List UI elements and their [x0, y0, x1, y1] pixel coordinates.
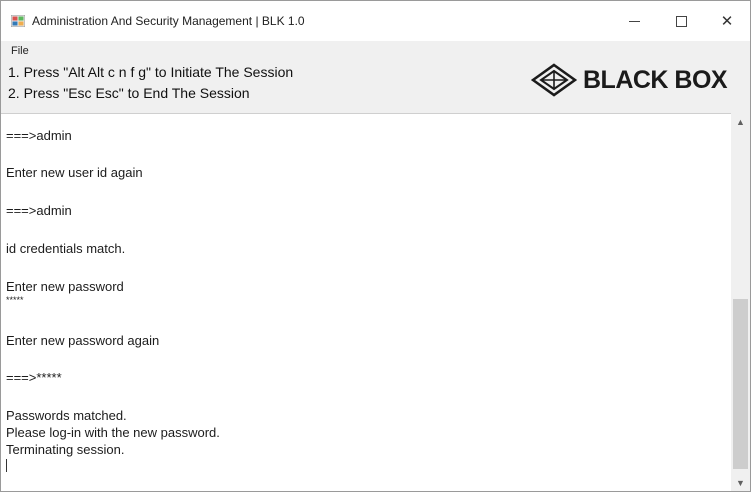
maximize-icon	[675, 15, 687, 27]
console-line: *****	[6, 295, 24, 305]
instruction-initiate: 1. Press "Alt Alt c n f g" to Initiate T…	[8, 64, 294, 80]
console-line: id credentials match.	[6, 241, 126, 256]
scroll-down-arrow-icon[interactable]: ▼	[731, 474, 750, 491]
console-line: Enter new password again	[6, 333, 160, 348]
scroll-up-arrow-icon[interactable]: ▲	[731, 113, 750, 130]
close-button[interactable]: ✕	[704, 1, 750, 41]
console-line: ===>admin	[6, 128, 72, 143]
scroll-thumb[interactable]	[733, 299, 748, 469]
console-output[interactable]: ===>admin Enter new user id again ===>ad…	[1, 113, 731, 491]
minimize-button[interactable]	[611, 1, 657, 41]
header-band: File 1. Press "Alt Alt c n f g" to Initi…	[1, 41, 750, 113]
console-line: ===>*****	[6, 370, 62, 385]
app-icon	[11, 15, 25, 27]
console-line: Enter new password	[6, 279, 124, 294]
title-bar[interactable]: Administration And Security Management |…	[1, 1, 750, 41]
menu-file[interactable]: File	[11, 45, 29, 57]
window-title: Administration And Security Management |…	[32, 14, 305, 28]
instruction-end: 2. Press "Esc Esc" to End The Session	[8, 85, 250, 101]
blackbox-diamond-icon	[531, 63, 577, 97]
vertical-scrollbar[interactable]: ▲ ▼	[731, 113, 750, 491]
text-cursor	[6, 459, 7, 472]
console-line: ===>admin	[6, 203, 72, 218]
app-window: Administration And Security Management |…	[0, 0, 751, 492]
console-line: Enter new user id again	[6, 165, 143, 180]
console-line: Passwords matched.	[6, 408, 127, 423]
maximize-button[interactable]	[658, 1, 704, 41]
console-line: Please log-in with the new password.	[6, 425, 220, 440]
close-icon: ✕	[720, 13, 734, 30]
minimize-icon	[628, 20, 640, 22]
logo-text: BLACK BOX	[583, 65, 728, 94]
console-line: Terminating session.	[6, 442, 125, 457]
brand-logo: BLACK BOX	[531, 60, 749, 100]
